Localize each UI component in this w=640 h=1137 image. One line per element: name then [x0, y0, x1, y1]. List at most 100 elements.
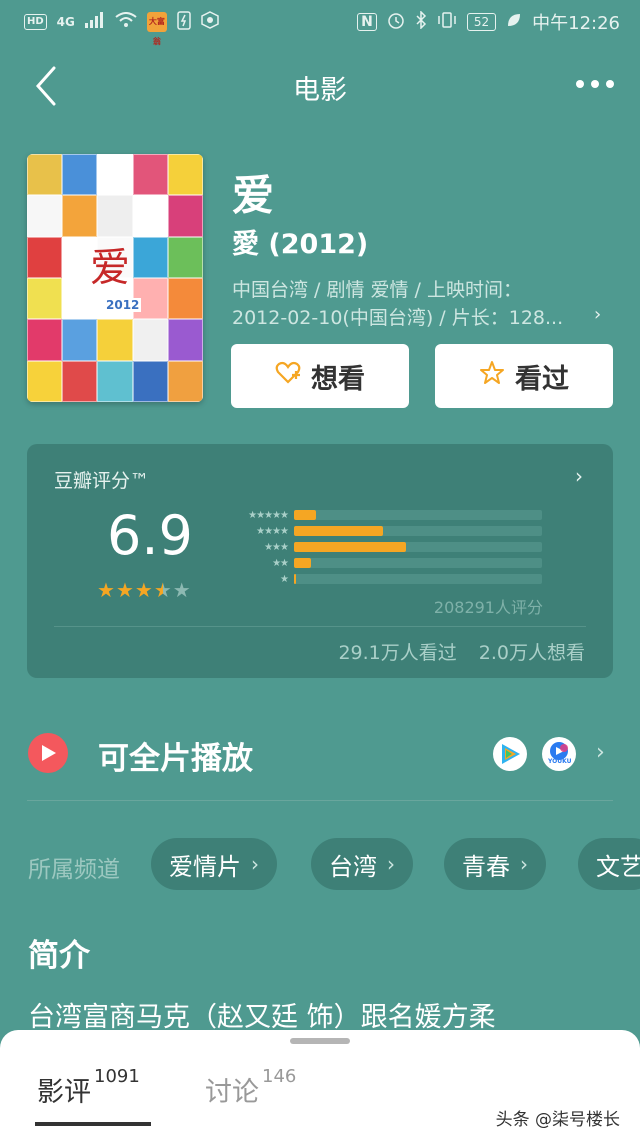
chevron-right-icon: › [387, 852, 395, 876]
wanted-count: 2.0万人想看 [478, 642, 585, 664]
wifi-icon [115, 12, 137, 32]
channel-chip[interactable]: 爱情片 › [151, 838, 277, 890]
status-bar: HD 4G 大富翁 N 52 中午12:26 [0, 0, 640, 46]
vibrate-icon [437, 11, 457, 34]
seen-label: 看过 [515, 363, 569, 395]
leaf-icon [506, 12, 522, 33]
channel-chip[interactable]: 文艺 [578, 838, 640, 890]
bluetooth-icon [415, 9, 427, 34]
youku-icon[interactable]: YOUKU [542, 737, 576, 771]
tab-discussion[interactable]: 讨论146 [205, 1066, 296, 1109]
tab-reviews-count: 1091 [94, 1066, 140, 1087]
movie-title: 爱 [232, 171, 275, 220]
movie-original-title: 愛 (2012) [232, 229, 369, 260]
tab-discussion-label: 讨论 [205, 1077, 259, 1108]
channel-chip-label: 文艺 [596, 852, 640, 881]
star-icon: ★ [172, 578, 191, 602]
channel-chip-label: 爱情片 [169, 852, 241, 881]
channel-chip-label: 青春 [462, 852, 510, 881]
rating-card[interactable]: 豆瓣评分™ › 6.9 ★ ★ ★ ★ ★ ★★★★★ ★★★★ ★★★ ★★ ★ 208291… [27, 444, 613, 678]
divider [27, 800, 613, 801]
meta-line-1: 中国台湾 / 剧情 爱情 / 上映时间： [232, 279, 523, 301]
youku-label: YOUKU [548, 758, 572, 765]
poster-title-glyph: 爱 [90, 245, 130, 291]
intro-text: 台湾富商马克（赵又廷 饰）跟名媛方柔 [28, 1002, 496, 1033]
channel-chip-label: 台湾 [329, 852, 377, 881]
intro-title: 简介 [28, 938, 90, 974]
star-icon: ★ [153, 578, 172, 602]
want-label: 想看 [311, 363, 365, 395]
heart-plus-icon [275, 361, 301, 392]
battery-indicator: 52 [466, 13, 497, 31]
network-indicator: 4G [56, 15, 75, 29]
rating-stats: 29.1万人看过 2.0万人想看 [338, 638, 585, 665]
play-full-label[interactable]: 可全片播放 [98, 733, 253, 778]
watermark: 头条 @柒号楼长 [495, 1110, 620, 1130]
rating-bar-row: ★★ [222, 555, 547, 571]
more-options-icon[interactable] [576, 80, 614, 88]
want-to-watch-button[interactable]: 想看 [231, 344, 409, 408]
chevron-right-icon: › [520, 852, 528, 876]
chevron-right-icon: › [251, 852, 259, 876]
bar-star-label: ★ [280, 573, 289, 585]
nfc-icon: N [357, 13, 377, 31]
chevron-right-icon[interactable]: › [596, 740, 605, 765]
rating-bar-fill [294, 510, 317, 520]
chevron-right-icon: › [594, 304, 602, 325]
bar-star-label: ★★★★ [256, 525, 289, 537]
signal-icon [84, 12, 105, 32]
bar-star-label: ★★★★★ [248, 509, 289, 521]
rating-score: 6.9 [107, 504, 193, 567]
status-time: 中午12:26 [532, 13, 620, 34]
poster-year-badge: 2012 [104, 298, 142, 312]
tencent-video-icon[interactable] [493, 737, 527, 771]
rating-label: 豆瓣评分™ [54, 470, 150, 492]
charging-icon [177, 10, 191, 34]
tab-reviews[interactable]: 影评1091 [37, 1066, 140, 1109]
watched-count: 29.1万人看过 [338, 642, 457, 664]
status-left: HD 4G 大富翁 [24, 10, 219, 46]
rating-bar-track [294, 558, 542, 568]
star-icon: ★ [115, 578, 134, 602]
divider [54, 626, 586, 627]
rating-bar-row: ★★★ [222, 539, 547, 555]
chevron-right-icon: › [575, 464, 583, 488]
alarm-icon [387, 11, 405, 34]
hd-indicator: HD [24, 14, 47, 30]
star-outline-icon [479, 360, 505, 393]
active-tab-indicator [35, 1122, 151, 1126]
rating-bar-track [294, 574, 542, 584]
rating-bar-row: ★★★★ [222, 523, 547, 539]
rating-bar-row: ★★★★★ [222, 507, 547, 523]
bottom-sheet[interactable]: 影评1091 讨论146 头条 @柒号楼长 [0, 1030, 640, 1137]
page-title: 电影 [293, 75, 347, 106]
meta-line-2: 2012-02-10(中国台湾) / 片长：128... [232, 307, 564, 329]
rating-bar-fill [294, 526, 384, 536]
star-icon: ★ [134, 578, 153, 602]
tab-discussion-count: 146 [262, 1066, 297, 1087]
status-right: N 52 中午12:26 [357, 9, 620, 35]
rating-distribution: ★★★★★ ★★★★ ★★★ ★★ ★ [222, 507, 547, 587]
rating-bar-row: ★ [222, 571, 547, 587]
seen-button[interactable]: 看过 [435, 344, 613, 408]
tab-reviews-label: 影评 [37, 1077, 91, 1108]
rating-bar-track [294, 510, 542, 520]
bar-star-label: ★★ [272, 557, 289, 569]
drag-handle[interactable] [290, 1038, 350, 1044]
channels-label: 所属频道 [28, 857, 120, 883]
star-icon: ★ [97, 578, 115, 602]
app-notification-icon: 大富翁 [146, 12, 167, 46]
rating-count: 208291人评分 [433, 598, 543, 617]
channel-chip[interactable]: 台湾 › [311, 838, 413, 890]
rating-stars: ★ ★ ★ ★ ★ [97, 580, 191, 600]
rating-bar-track [294, 542, 542, 552]
bar-star-label: ★★★ [264, 541, 289, 553]
play-icon[interactable] [28, 733, 68, 773]
movie-meta[interactable]: 中国台湾 / 剧情 爱情 / 上映时间： 2012-02-10(中国台湾) / … [232, 276, 617, 332]
shield-icon [201, 11, 219, 33]
channel-chip[interactable]: 青春 › [444, 838, 546, 890]
rating-bar-fill [294, 542, 406, 552]
rating-bar-fill [294, 558, 312, 568]
rating-bar-track [294, 526, 542, 536]
rating-bar-fill [294, 574, 297, 584]
